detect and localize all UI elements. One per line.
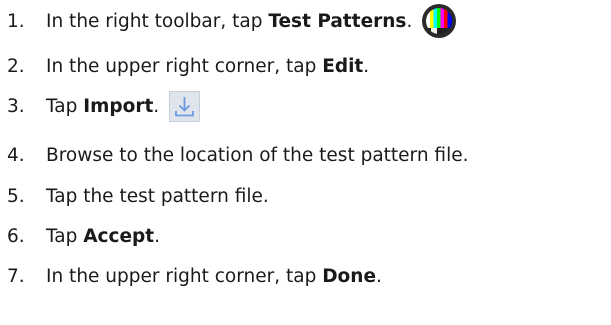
step-5: 5. Tap the test pattern file. (0, 180, 269, 212)
ui-label: Accept (83, 225, 155, 247)
step-number: 7. (7, 265, 25, 287)
ui-label: Done (322, 265, 376, 287)
ui-label: Test Patterns (268, 10, 407, 32)
step-text: Browse to the location of the test patte… (46, 144, 469, 166)
step-text: Tap Import. (46, 95, 160, 117)
import-icon (169, 90, 201, 122)
step-text: Tap the test pattern file. (46, 185, 269, 207)
step-7: 7. In the upper right corner, tap Done. (0, 260, 382, 292)
step-1: 1. In the right toolbar, tap Test Patter… (0, 4, 457, 38)
step-text: In the right toolbar, tap Test Patterns. (46, 10, 413, 32)
step-number: 1. (7, 10, 25, 32)
test-patterns-icon (422, 4, 457, 38)
instruction-steps: 1. In the right toolbar, tap Test Patter… (0, 0, 611, 325)
step-6: 6. Tap Accept. (0, 220, 160, 252)
step-number: 4. (7, 144, 25, 166)
ui-label: Import (83, 95, 154, 117)
step-4: 4. Browse to the location of the test pa… (0, 139, 469, 171)
step-number: 2. (7, 55, 25, 77)
step-text: In the upper right corner, tap Edit. (46, 55, 370, 77)
step-number: 3. (7, 95, 25, 117)
step-number: 5. (7, 185, 25, 207)
step-2: 2. In the upper right corner, tap Edit. (0, 50, 369, 82)
ui-label: Edit (322, 55, 364, 77)
step-text: Tap Accept. (46, 225, 160, 247)
step-text: In the upper right corner, tap Done. (46, 265, 382, 287)
step-number: 6. (7, 225, 25, 247)
step-3: 3. Tap Import. (0, 90, 201, 122)
